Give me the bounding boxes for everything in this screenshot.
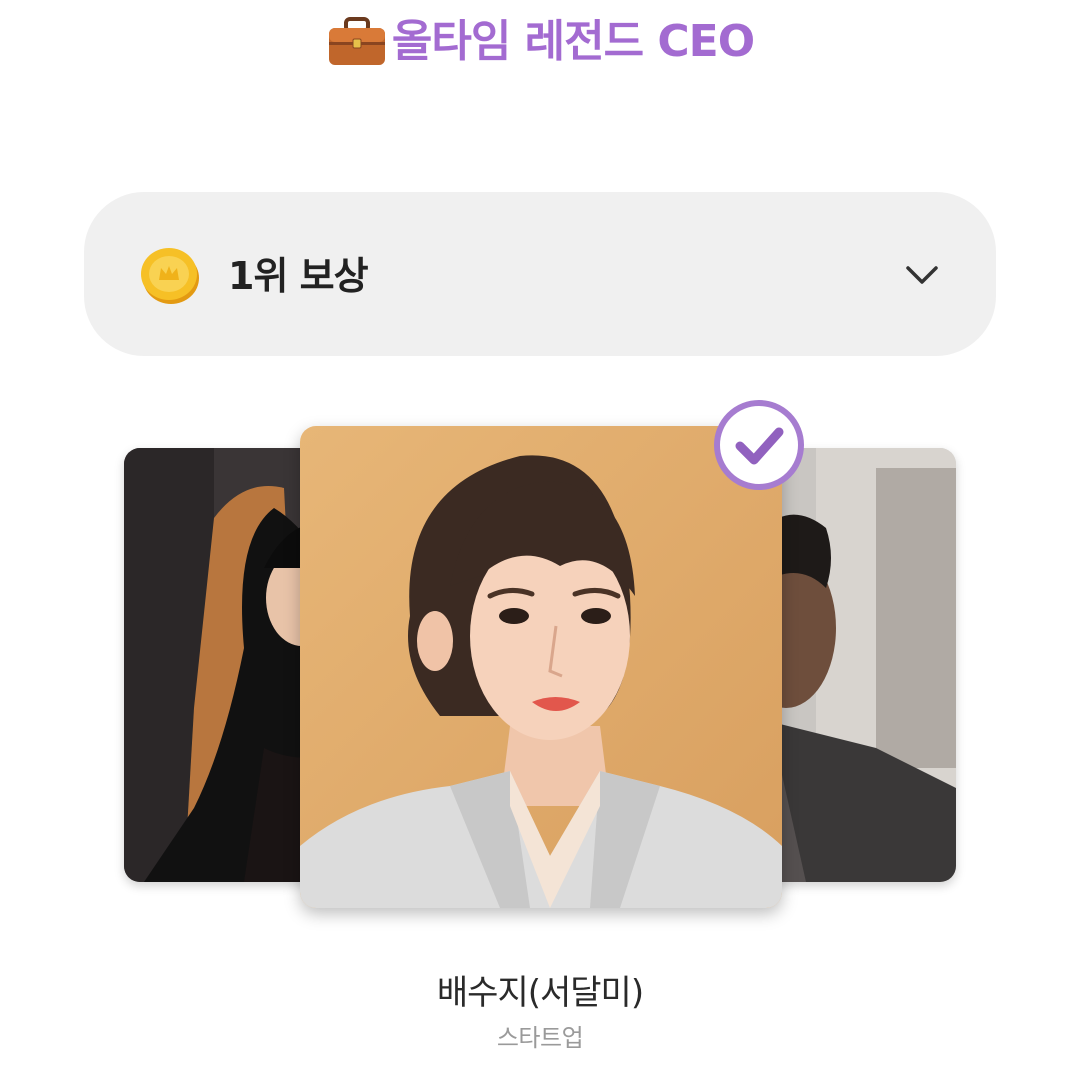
- coin-icon: [138, 244, 204, 306]
- selected-check-icon[interactable]: [712, 398, 806, 492]
- reward-label: 1위 보상: [228, 254, 369, 298]
- page-title: 올타임 레전드 CEO: [0, 12, 1080, 72]
- reward-dropdown[interactable]: [84, 192, 996, 356]
- briefcase-icon: [326, 17, 388, 67]
- chevron-down-icon[interactable]: [900, 256, 944, 296]
- character-source: 스타트업: [496, 1024, 584, 1052]
- character-photo-selected: [300, 426, 782, 908]
- character-card-selected[interactable]: [300, 426, 782, 908]
- page-title-text: 올타임 레전드 CEO: [391, 16, 755, 67]
- character-name: 배수지(서달미): [436, 973, 644, 1013]
